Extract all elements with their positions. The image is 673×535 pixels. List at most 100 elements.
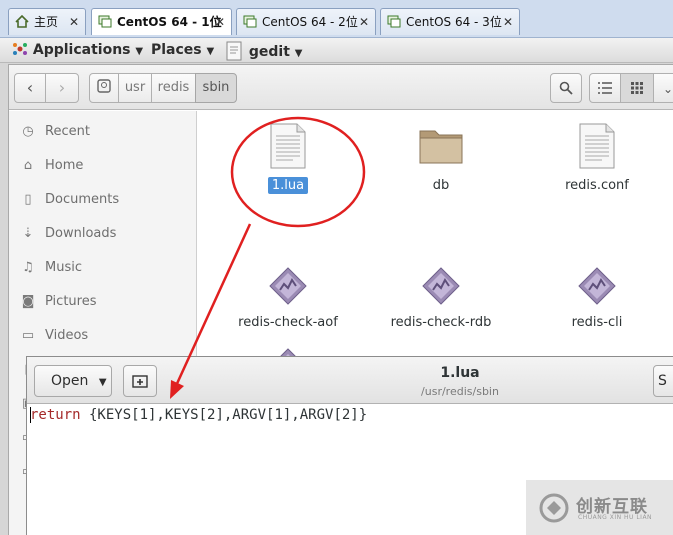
breadcrumb-usr[interactable]: usr: [118, 73, 152, 103]
grid-view-button[interactable]: [620, 73, 654, 103]
file-name: db: [432, 178, 450, 193]
file-name: redis.conf: [565, 178, 629, 193]
sidebar-item-label: Videos: [45, 328, 89, 343]
file-name: 1.lua: [267, 177, 309, 194]
sidebar-item-music[interactable]: ♫ Music: [19, 257, 82, 279]
document-title: 1.lua: [440, 365, 480, 381]
sidebar-item-label: Music: [45, 260, 82, 275]
file-name: redis-check-rdb: [390, 315, 492, 330]
document-icon: ▯: [24, 192, 32, 207]
code-line: return {KEYS[1],KEYS[2],ARGV[1],ARGV[2]}: [30, 405, 367, 425]
home-icon: [15, 15, 29, 28]
sidebar-item-videos[interactable]: ▭ Videos: [19, 325, 88, 347]
file-name: redis-check-aof: [238, 315, 338, 330]
document-path: /usr/redis/sbin: [421, 385, 499, 398]
close-icon[interactable]: ✕: [69, 9, 79, 35]
open-button[interactable]: Open ▼: [34, 365, 112, 397]
executable-icon: [422, 267, 460, 305]
executable-icon: [578, 267, 616, 305]
watermark-subtext: CHUANG XIN HU LIAN: [578, 514, 653, 521]
sidebar-item-label: Downloads: [45, 226, 117, 241]
file-item-redis-check-rdb[interactable]: redis-check-rdb: [376, 266, 506, 331]
back-button[interactable]: ‹: [14, 73, 46, 103]
folder-icon: [419, 130, 463, 164]
executable-icon: [269, 267, 307, 305]
vm-tab-label: CentOS 64 - 1位: [117, 15, 222, 29]
text-file-icon: [270, 123, 306, 169]
file-item-redis-cli[interactable]: redis-cli: [532, 266, 662, 331]
vm-tab-centos-3[interactable]: CentOS 64 - 3位 ✕: [380, 8, 520, 35]
files-headerbar: ‹ › usr redis sbin ⌄: [9, 65, 673, 110]
drive-icon: [97, 79, 111, 93]
gnome-top-bar: Applications ▼ Places ▼ gedit ▼: [0, 38, 673, 63]
vm-tab-label: CentOS 64 - 2位: [262, 15, 358, 29]
clock-icon: ◷: [22, 124, 34, 139]
places-menu[interactable]: Places ▼: [151, 41, 214, 61]
text-file-icon: [579, 123, 615, 169]
sidebar-item-label: Recent: [45, 124, 90, 139]
close-icon[interactable]: ✕: [359, 9, 369, 35]
forward-button[interactable]: ›: [45, 73, 79, 103]
open-label: Open: [51, 373, 89, 389]
gedit-icon: [226, 41, 242, 61]
sidebar-item-label: Pictures: [45, 294, 97, 309]
new-tab-icon: [132, 375, 148, 388]
sidebar-item-home[interactable]: ⌂ Home: [19, 155, 84, 177]
vm-icon: [98, 15, 112, 28]
vm-tab-centos-1[interactable]: CentOS 64 - 1位 ✕: [91, 8, 232, 35]
sidebar-item-downloads[interactable]: ⇣ Downloads: [19, 223, 117, 245]
search-icon: [559, 81, 573, 95]
applications-icon: [13, 43, 27, 55]
sidebar-item-recent[interactable]: ◷ Recent: [19, 121, 90, 143]
download-icon: ⇣: [22, 226, 34, 241]
chevron-left-icon: ‹: [26, 78, 34, 97]
vm-icon: [387, 15, 401, 28]
music-icon: ♫: [22, 260, 34, 275]
sidebar-item-label: Documents: [45, 192, 120, 207]
vm-tab-label: 主页: [34, 15, 59, 29]
vm-tab-label: CentOS 64 - 3位: [406, 15, 502, 29]
applications-label: Applications: [32, 42, 131, 58]
breadcrumb-root[interactable]: [89, 73, 119, 103]
vm-tab-home[interactable]: 主页 ✕: [8, 8, 86, 35]
chevron-down-icon: ▼: [135, 46, 144, 57]
grid-view-icon: [631, 82, 643, 94]
file-name: redis-cli: [571, 315, 623, 330]
places-label: Places: [151, 42, 202, 58]
file-item-1-lua[interactable]: 1.lua: [223, 123, 353, 194]
sidebar-item-documents[interactable]: ▯ Documents: [19, 189, 119, 211]
view-options-button[interactable]: ⌄: [653, 73, 673, 103]
save-button[interactable]: S: [653, 365, 673, 397]
home-icon: ⌂: [23, 158, 33, 173]
chevron-down-icon: ⌄: [662, 82, 673, 96]
file-item-redis-conf[interactable]: redis.conf: [532, 123, 662, 194]
camera-icon: ◙: [21, 294, 35, 309]
close-icon[interactable]: ✕: [215, 9, 225, 35]
app-menu-label: gedit: [248, 44, 290, 60]
file-item-redis-check-aof[interactable]: redis-check-aof: [223, 266, 353, 331]
code-text: {KEYS[1],KEYS[2],ARGV[1],ARGV[2]}: [80, 407, 368, 423]
chevron-right-icon: ›: [58, 78, 66, 97]
close-icon[interactable]: ✕: [503, 9, 513, 35]
gedit-headerbar: Open ▼ 1.lua /usr/redis/sbin S: [27, 357, 673, 404]
text-caret: [30, 407, 31, 423]
list-view-button[interactable]: [589, 73, 621, 103]
video-icon: ▭: [21, 328, 35, 343]
breadcrumb-redis[interactable]: redis: [151, 73, 196, 103]
watermark-logo-icon: [539, 493, 569, 523]
chevron-down-icon: ▼: [98, 377, 107, 388]
chevron-down-icon: ▼: [294, 48, 303, 59]
vm-tab-strip: 主页 ✕ CentOS 64 - 1位 ✕ CentOS 64 - 2位 ✕ C…: [0, 0, 673, 38]
sidebar-item-pictures[interactable]: ◙ Pictures: [19, 291, 97, 313]
folder-item-db[interactable]: db: [376, 123, 506, 194]
applications-menu[interactable]: Applications ▼: [12, 41, 143, 61]
vm-tab-centos-2[interactable]: CentOS 64 - 2位 ✕: [236, 8, 376, 35]
new-tab-button[interactable]: [123, 365, 157, 397]
code-keyword: return: [30, 407, 81, 423]
watermark: 创新互联 CHUANG XIN HU LIAN: [526, 480, 673, 535]
search-button[interactable]: [550, 73, 582, 103]
vm-icon: [243, 15, 257, 28]
app-menu[interactable]: gedit ▼: [226, 41, 302, 63]
breadcrumb-sbin[interactable]: sbin: [195, 73, 237, 103]
chevron-down-icon: ▼: [206, 46, 215, 57]
